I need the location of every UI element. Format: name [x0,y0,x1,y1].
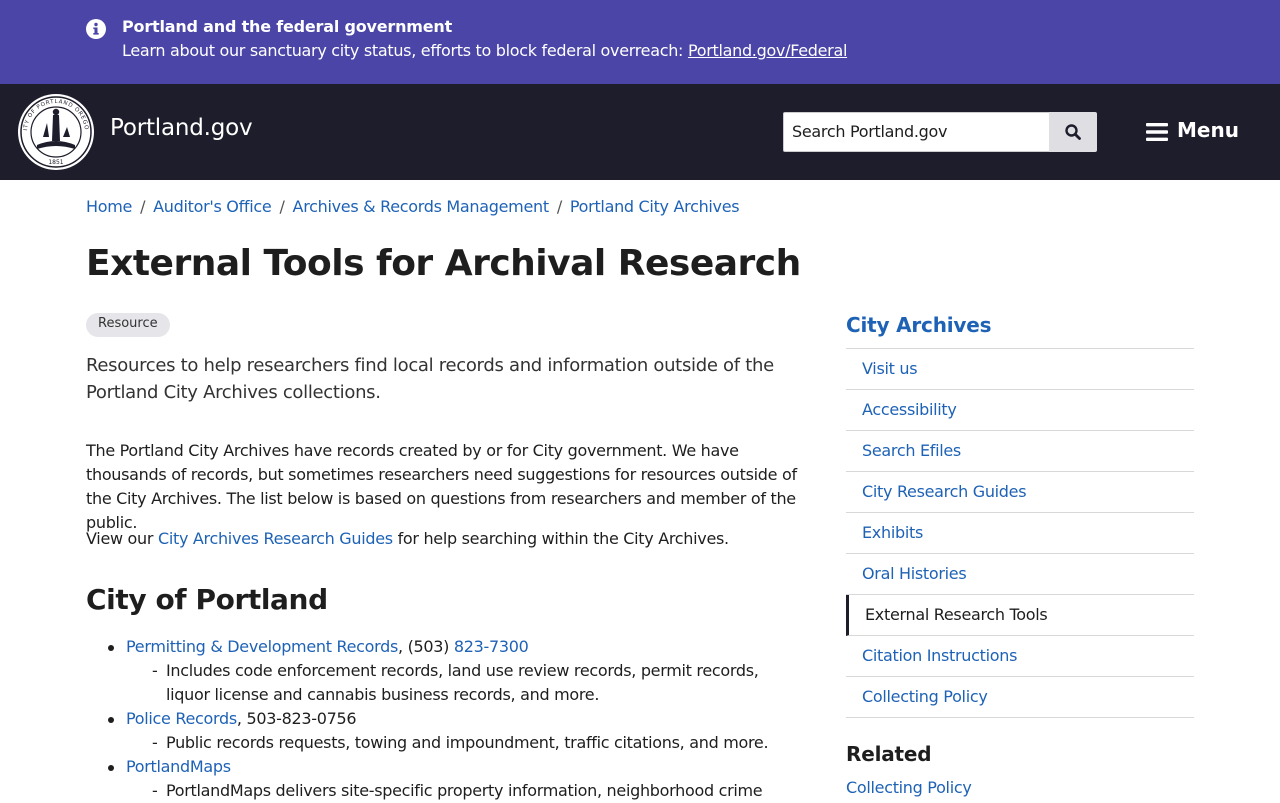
alert-title: Portland and the federal government [122,17,453,36]
info-icon [86,19,106,39]
city-seal-logo[interactable]: 1851 CITY OF PORTLAND OREGON [17,93,95,171]
guides-suffix: for help searching within the City Archi… [392,529,730,548]
breadcrumb-auditors-office[interactable]: Auditor's Office [153,197,272,216]
sidebar-item-label: Search Efiles [862,441,961,460]
breadcrumb: Home / Auditor's Office / Archives & Records… [86,197,740,216]
content-type-badge: Resource [86,313,170,337]
alert-text: Learn about our sanctuary city status, e… [122,41,847,60]
page-title: External Tools for Archival Research [86,243,801,284]
sidebar-item-accessibility[interactable]: Accessibility [846,390,1194,431]
police-phone: , 503-823-0756 [236,709,357,728]
breadcrumb-separator: / [556,197,562,216]
list-item: Police Records, 503-823-0756 [86,707,806,731]
federal-link[interactable]: Portland.gov/Federal [688,41,847,60]
sidebar-item-oral-histories[interactable]: Oral Histories [846,554,1194,595]
sidebar-item-exhibits[interactable]: Exhibits [846,513,1194,554]
portlandmaps-link[interactable]: PortlandMaps [126,757,231,776]
page-summary: Resources to help researchers find local… [86,355,774,403]
list-item: PortlandMaps [86,755,806,779]
alert-message: Learn about our sanctuary city status, e… [122,41,688,60]
sidebar-nav: Visit us Accessibility Search Efiles Cit… [846,348,1194,718]
guides-paragraph: View our City Archives Research Guides f… [86,527,821,551]
phone-link[interactable]: 823-7300 [454,637,529,656]
sidebar-item-city-research-guides[interactable]: City Research Guides [846,472,1194,513]
sidebar-item-label: Oral Histories [862,564,967,583]
alert-banner: Portland and the federal government Lear… [0,0,1280,84]
sidebar-title[interactable]: City Archives [846,313,991,337]
sidebar-item-collecting-policy[interactable]: Collecting Policy [846,677,1194,718]
sidebar-item-search-efiles[interactable]: Search Efiles [846,431,1194,472]
menu-label: Menu [1177,118,1239,142]
section-heading: City of Portland [86,583,328,616]
resource-list: Permitting & Development Records, (503) … [86,635,806,803]
search-input[interactable]: Search Portland.gov [783,112,1050,152]
search-button[interactable] [1049,112,1097,152]
site-header: 1851 CITY OF PORTLAND OREGON Portland.go… [0,84,1280,180]
hamburger-icon [1146,123,1168,141]
breadcrumb-separator: / [279,197,285,216]
related-collecting-policy-link[interactable]: Collecting Policy [846,778,972,797]
guides-prefix: View our [86,529,158,548]
research-guides-link[interactable]: City Archives Research Guides [158,529,393,548]
sidebar-item-citation-instructions[interactable]: Citation Instructions [846,636,1194,677]
sidebar-item-label: External Research Tools [865,605,1048,624]
sidebar-item-visit-us[interactable]: Visit us [846,349,1194,390]
list-item-description: Public records requests, towing and impo… [86,731,806,755]
list-item: Permitting & Development Records, (503) … [86,635,806,659]
police-records-link[interactable]: Police Records [126,709,237,728]
sidebar-item-label: Collecting Policy [862,687,988,706]
breadcrumb-home[interactable]: Home [86,197,132,216]
sidebar-item-label: Citation Instructions [862,646,1018,665]
sidebar-item-label: Accessibility [862,400,957,419]
phone-prefix: , (503) [398,637,454,656]
list-item-description: Includes code enforcement records, land … [86,659,806,707]
site-name[interactable]: Portland.gov [110,115,253,141]
list-item-description: PortlandMaps delivers site-specific prop… [86,779,806,803]
permitting-records-link[interactable]: Permitting & Development Records [126,637,398,656]
related-heading: Related [846,742,932,766]
search-icon [1065,124,1081,140]
sidebar-item-label: Exhibits [862,523,923,542]
breadcrumb-separator: / [140,197,146,216]
breadcrumb-archives-records[interactable]: Archives & Records Management [293,197,550,216]
sidebar-item-label: Visit us [862,359,918,378]
intro-paragraph: The Portland City Archives have records … [86,441,797,532]
sidebar-item-external-research-tools[interactable]: External Research Tools [846,595,1194,636]
seal-year: 1851 [48,159,63,166]
sidebar-item-label: City Research Guides [862,482,1027,501]
breadcrumb-city-archives[interactable]: Portland City Archives [570,197,740,216]
